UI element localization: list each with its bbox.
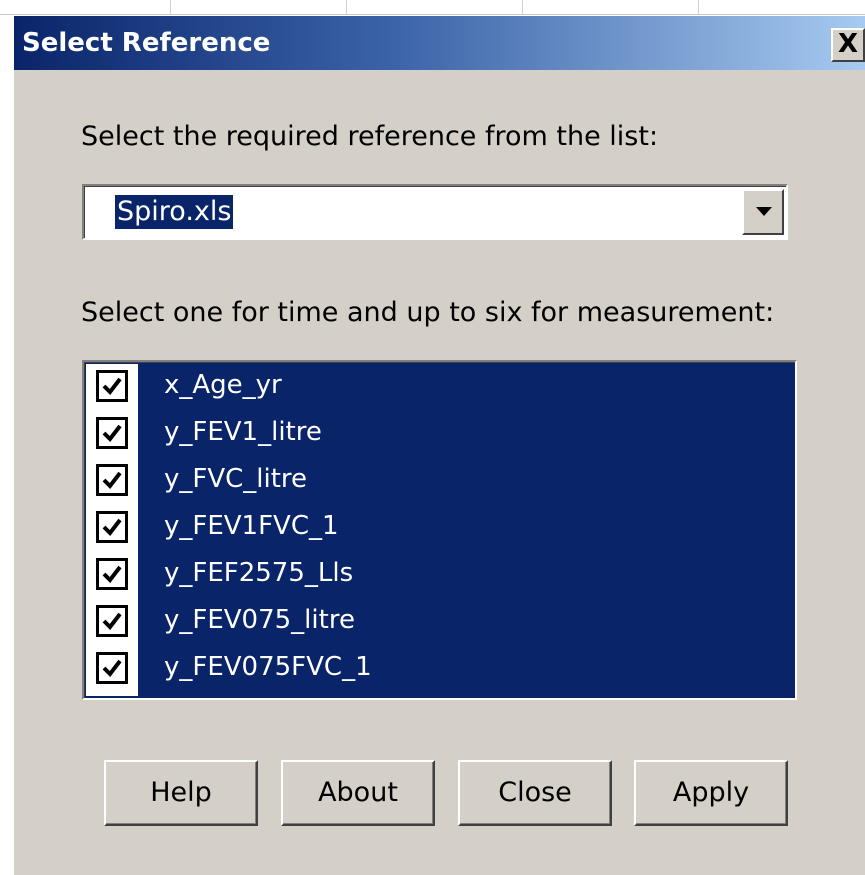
reference-dropdown[interactable]: Spiro.xls — [82, 184, 788, 240]
checkmark-icon — [102, 424, 122, 443]
chevron-down-icon — [756, 207, 772, 216]
dialog-title: Select Reference — [22, 28, 271, 58]
grid-line — [698, 0, 699, 14]
checkmark-icon — [102, 377, 122, 396]
list-item[interactable]: x_Age_yr — [84, 363, 793, 410]
grid-line — [522, 0, 523, 14]
list-item[interactable]: y_FEF2575_Lls — [84, 551, 793, 598]
item-checkbox[interactable] — [96, 605, 128, 637]
item-checkbox[interactable] — [96, 652, 128, 684]
item-checkbox[interactable] — [96, 464, 128, 496]
item-checkbox[interactable] — [96, 558, 128, 590]
grid-line — [346, 0, 347, 14]
list-item-label: y_FEV1FVC_1 — [164, 511, 339, 541]
checkmark-icon — [102, 471, 122, 490]
apply-button[interactable]: Apply — [634, 760, 788, 826]
checkmark-icon — [102, 659, 122, 678]
about-button[interactable]: About — [281, 760, 435, 826]
reference-prompt-label: Select the required reference from the l… — [81, 121, 659, 152]
list-item-label: y_FEV075_litre — [164, 605, 355, 635]
item-checkbox[interactable] — [96, 370, 128, 402]
list-item[interactable]: y_FVC_litre — [84, 457, 793, 504]
grid-line — [170, 0, 171, 14]
dialog-titlebar[interactable]: Select Reference X — [14, 16, 865, 70]
item-checkbox[interactable] — [96, 417, 128, 449]
list-item-label: y_FEF2575_Lls — [164, 558, 354, 588]
list-item-label: y_FVC_litre — [164, 464, 308, 494]
list-item-label: x_Age_yr — [164, 370, 282, 400]
checkmark-icon — [102, 518, 122, 537]
list-item[interactable]: y_FEV1FVC_1 — [84, 504, 793, 551]
list-item[interactable]: y_FEV1_litre — [84, 410, 793, 457]
list-item-label: y_FEV1_litre — [164, 417, 322, 447]
list-item[interactable]: y_FEV075_litre — [84, 598, 793, 645]
list-item-label: y_FEV075FVC_1 — [164, 652, 372, 682]
checkmark-icon — [102, 612, 122, 631]
select-reference-dialog: Select Reference X Select the required r… — [14, 16, 865, 875]
close-button[interactable]: Close — [458, 760, 612, 826]
measurement-listbox[interactable]: x_Age_yr y_FEV1_litre y_FVC_litre y_FEV1… — [82, 360, 797, 700]
reference-selected-value: Spiro.xls — [115, 195, 234, 229]
measurement-prompt-label: Select one for time and up to six for me… — [81, 297, 775, 328]
background-spreadsheet-strip — [0, 0, 865, 15]
checkmark-icon — [102, 565, 122, 584]
close-icon: X — [837, 29, 859, 59]
dropdown-toggle-button[interactable] — [742, 189, 784, 235]
list-item[interactable]: y_FEV075FVC_1 — [84, 645, 793, 692]
close-window-button[interactable]: X — [831, 28, 865, 62]
item-checkbox[interactable] — [96, 511, 128, 543]
help-button[interactable]: Help — [104, 760, 258, 826]
